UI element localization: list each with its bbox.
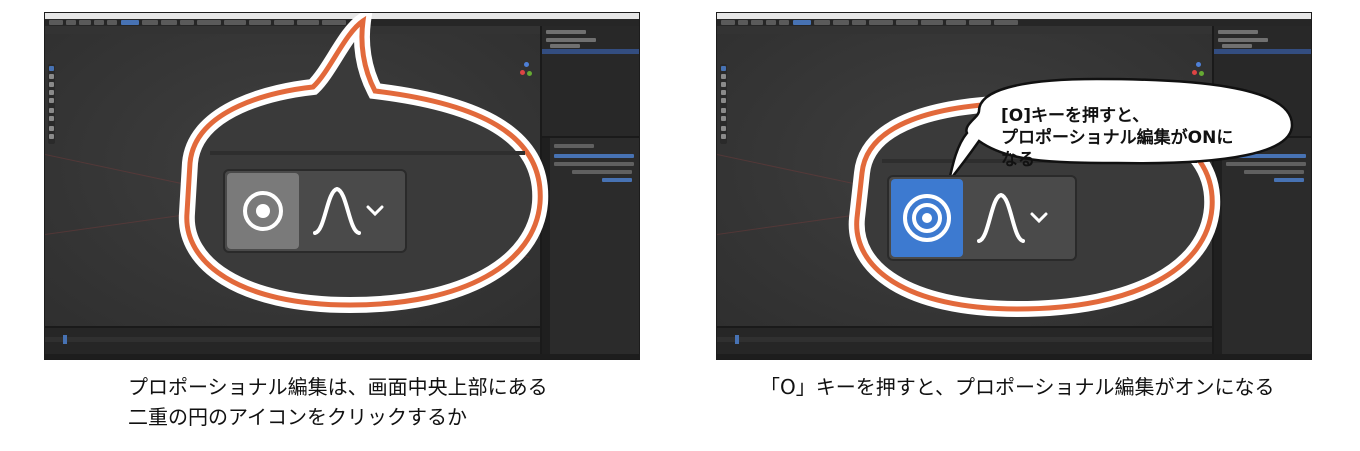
proportional-editing-toggle[interactable] (223, 169, 407, 253)
callout-text: [O]キーを押すと、 プロポーショナル編集がONになる (1001, 105, 1241, 171)
callout-line-2: プロポーショナル編集がONになる (1001, 128, 1234, 170)
left-caption: プロポーショナル編集は、画面中央上部にある 二重の円のアイコンをクリックするか (128, 372, 598, 432)
right-caption-line: 「O」キーを押すと、プロポーショナル編集がオンになる (760, 375, 1275, 399)
falloff-curve-icon (977, 192, 1025, 243)
falloff-dropdown[interactable] (967, 177, 1075, 259)
right-caption: 「O」キーを押すと、プロポーショナル編集がオンになる (760, 372, 1320, 402)
proportional-editing-off-icon[interactable] (227, 173, 299, 249)
left-caption-line-1: プロポーショナル編集は、画面中央上部にある (128, 375, 548, 399)
proportional-editing-on-icon[interactable] (891, 179, 963, 257)
left-caption-line-2: 二重の円のアイコンをクリックするか (128, 405, 467, 429)
proportional-editing-toggle[interactable] (887, 175, 1077, 261)
falloff-dropdown[interactable] (303, 171, 405, 251)
blender-screenshot-right: [O]キーを押すと、 プロポーショナル編集がONになる (716, 12, 1312, 360)
chevron-down-icon (1030, 212, 1048, 224)
callout-line-1: [O]キーを押すと、 (1001, 106, 1150, 126)
falloff-curve-icon (313, 186, 361, 235)
blender-screenshot-left (44, 12, 640, 360)
chevron-down-icon (366, 205, 384, 217)
